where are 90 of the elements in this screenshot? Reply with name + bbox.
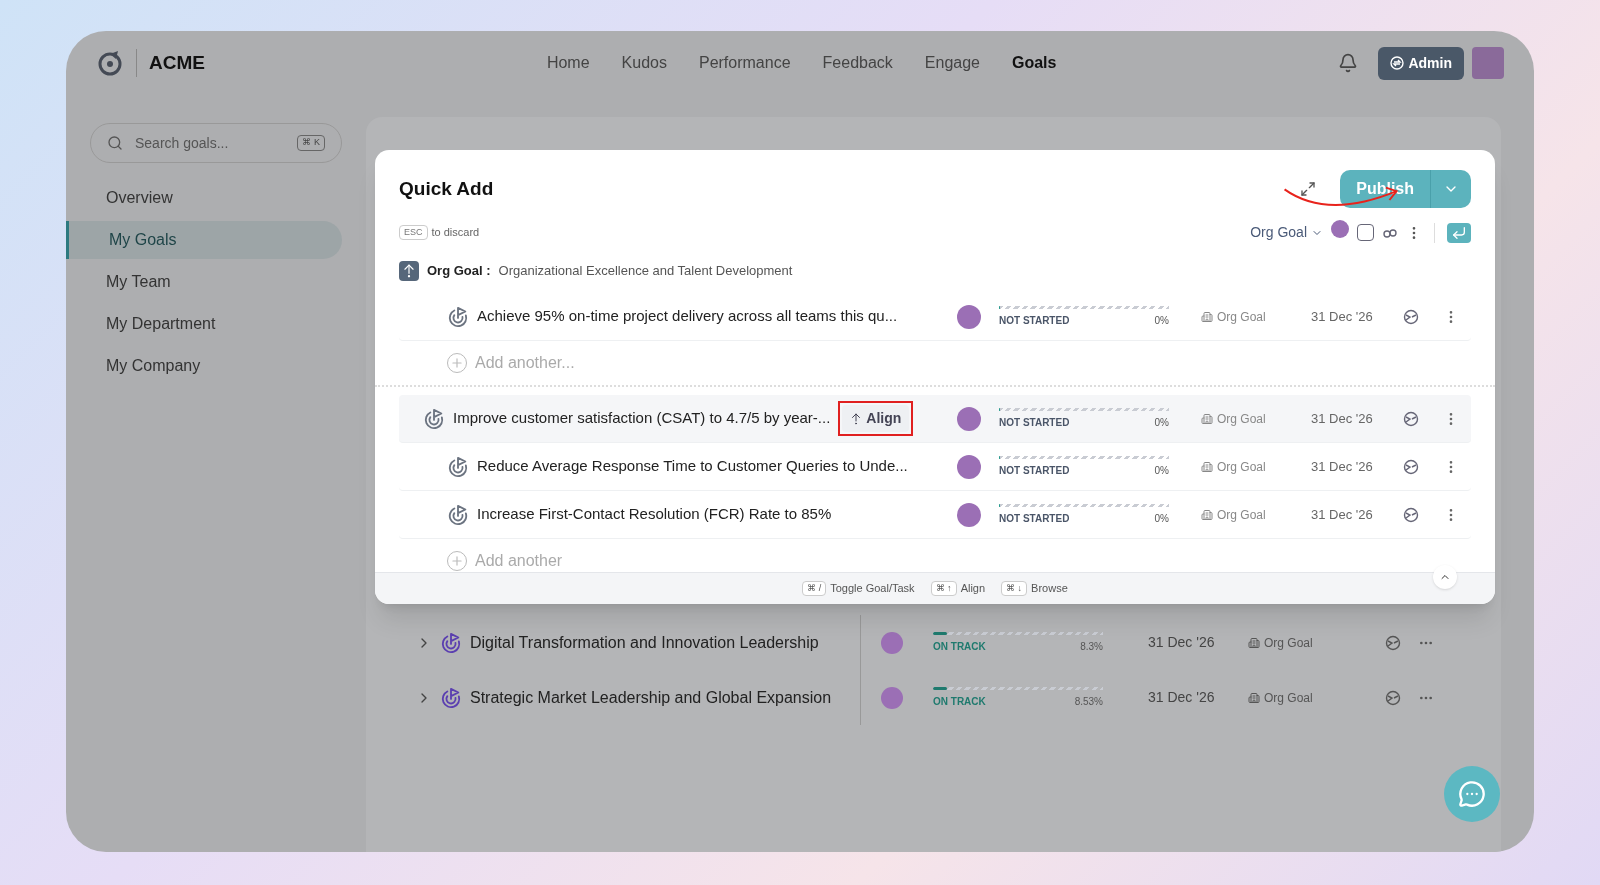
avatar <box>1331 220 1349 238</box>
avatar <box>957 454 981 479</box>
status-label: ON TRACK <box>933 694 986 709</box>
goal-title: Strategic Market Leadership and Global Expansion <box>470 687 833 708</box>
building-icon <box>1201 412 1213 425</box>
dialog-title: Quick Add <box>399 176 494 201</box>
shortcut-label: Browse <box>1031 581 1068 597</box>
goal-title: Reduce Average Response Time to Customer Queries to Unde... <box>477 456 908 477</box>
shortcut-key: ⌘ / <box>802 580 827 597</box>
building-icon <box>1248 691 1260 704</box>
building-icon <box>1248 636 1260 649</box>
goal-type: Org Goal <box>1217 506 1266 524</box>
goal-type: Org Goal <box>1264 689 1313 707</box>
enter-icon <box>1451 224 1467 241</box>
goal-type-select[interactable]: Org Goal <box>1250 222 1323 243</box>
goal-title: Achieve 95% on-time project delivery across all teams this qu... <box>477 306 898 327</box>
progress-percent: 0% <box>1154 511 1169 526</box>
progress-percent: 8.3% <box>1080 639 1103 654</box>
progress-percent: 8.53% <box>1074 694 1103 709</box>
goal-title: Improve customer satisfaction (CSAT) to 4.7/5 by year-... <box>453 408 831 429</box>
shortcut-key: ⌘ ↓ <box>1001 580 1028 597</box>
shortcut-key: ⌘ K <box>297 135 325 151</box>
shortcut-label: Align <box>960 581 986 597</box>
admin-button[interactable]: Admin <box>1378 46 1464 80</box>
esc-key: ESC <box>399 224 428 241</box>
search-input[interactable]: Search goals... <box>135 132 286 154</box>
nav-link[interactable]: Performance <box>698 51 791 75</box>
progress-percent: 0% <box>1154 463 1169 478</box>
nav-link[interactable]: Feedback <box>822 51 893 75</box>
goal-icon <box>440 686 462 709</box>
due-date: 31 Dec '26 <box>1148 633 1216 652</box>
status-label: NOT STARTED <box>999 313 1070 328</box>
sidebar-item[interactable]: My Goals <box>66 221 342 259</box>
goal-row[interactable]: Reduce Average Response Time to Customer Queries to Unde... NOT STARTED 0% Org Goal 31 Dec '26 <box>399 443 1471 491</box>
due-date: 31 Dec '26 <box>1311 409 1374 428</box>
due-date: 31 Dec '26 <box>1148 688 1216 707</box>
status-label: NOT STARTED <box>999 415 1070 430</box>
sidebar-item[interactable]: Overview <box>66 179 342 217</box>
notification-icon[interactable] <box>1338 53 1359 73</box>
sidebar-item[interactable]: My Company <box>66 347 342 385</box>
discard-hint: to discard <box>431 225 480 241</box>
shortcut-key: ⌘ ↑ <box>930 580 957 597</box>
progress-percent: 0% <box>1154 313 1169 328</box>
avatar <box>881 631 903 654</box>
expand-icon[interactable] <box>1300 181 1317 197</box>
due-date: 31 Dec '26 <box>1311 457 1374 476</box>
building-icon <box>1201 508 1213 521</box>
avatar <box>957 502 981 527</box>
goal-title: Digital Transformation and Innovation Leadership <box>470 632 820 653</box>
shortcut-label: Toggle Goal/Task <box>830 581 915 597</box>
goal-title: Increase First-Contact Resolution (FCR) Rate to 85% <box>477 504 832 525</box>
goal-type: Org Goal <box>1217 308 1266 326</box>
building-icon <box>1201 310 1213 323</box>
chat-icon <box>1458 780 1486 808</box>
parent-goal-name: Organizational Excellence and Talent Development <box>498 262 793 281</box>
goal-icon <box>423 407 445 430</box>
avatar <box>957 406 981 431</box>
goal-icon <box>440 631 462 654</box>
brand-name: ACME <box>149 50 205 75</box>
status-label: ON TRACK <box>933 639 986 654</box>
avatar <box>957 304 981 329</box>
sidebar-item[interactable]: My Department <box>66 305 342 343</box>
goal-type: Org Goal <box>1264 634 1313 652</box>
nav-link[interactable]: Goals <box>1012 51 1057 75</box>
due-date: 31 Dec '26 <box>1311 307 1374 326</box>
goal-row[interactable]: Achieve 95% on-time project delivery across all teams this qu... NOT STARTED 0% Org Goal 31 Dec '26 <box>399 293 1471 341</box>
align-button[interactable]: Align <box>842 405 910 432</box>
goal-type: Org Goal <box>1217 458 1266 476</box>
building-icon <box>1201 460 1213 473</box>
sidebar-item[interactable]: My Team <box>66 263 342 301</box>
goal-icon <box>447 455 469 478</box>
goal-icon <box>447 305 469 328</box>
status-label: NOT STARTED <box>999 511 1070 526</box>
avatar <box>881 686 903 709</box>
goal-row[interactable]: Increase First-Contact Resolution (FCR) Rate to 85% NOT STARTED 0% Org Goal 31 Dec '26 <box>399 491 1471 539</box>
goal-icon <box>447 503 469 526</box>
progress-percent: 0% <box>1154 415 1169 430</box>
status-label: NOT STARTED <box>999 463 1070 478</box>
parent-goal-label: Org Goal : <box>427 262 491 281</box>
due-date: 31 Dec '26 <box>1311 505 1374 524</box>
nav-link[interactable]: Engage <box>924 51 980 75</box>
search-icon <box>107 135 123 151</box>
logo-icon <box>96 49 124 77</box>
switch-icon <box>1390 56 1405 70</box>
calendar-icon[interactable] <box>1357 224 1374 241</box>
parent-goal-icon <box>399 261 419 281</box>
align-icon <box>850 412 863 425</box>
nav-link[interactable]: Home <box>546 51 590 75</box>
goal-type: Org Goal <box>1217 410 1266 428</box>
nav-link[interactable]: Kudos <box>621 51 667 75</box>
